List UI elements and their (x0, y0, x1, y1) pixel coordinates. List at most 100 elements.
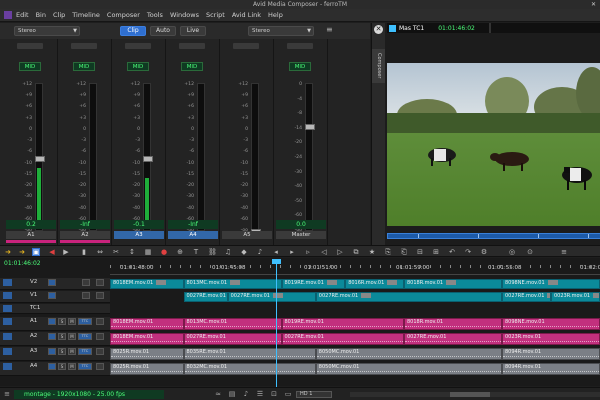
timeline-scrollbar[interactable] (350, 392, 600, 397)
track-solo-button[interactable]: S (58, 333, 66, 340)
strip-track-name[interactable]: A5 (222, 231, 272, 239)
track-select-button[interactable] (3, 333, 12, 340)
mark-in-icon[interactable]: ◁ (320, 248, 328, 256)
collapse-icon[interactable]: ⊟ (416, 248, 424, 256)
zoom-icon[interactable]: ⊙ (526, 248, 534, 256)
timeline-clip[interactable]: 8013MC.mov.01 (183, 318, 282, 330)
track-monitor-button[interactable] (48, 279, 56, 286)
copy-icon[interactable]: ⎘ (384, 248, 392, 256)
track-solo-button[interactable]: S (58, 363, 66, 370)
mixer-mode-dropdown-right[interactable]: Stereo ▼ (248, 26, 314, 36)
track-name[interactable]: TC1 (30, 305, 40, 311)
timeline-menu-icon[interactable]: ≡ (560, 248, 568, 256)
window-close-icon[interactable]: ✕ (591, 0, 596, 9)
timeline-clip[interactable]: 8018EM.mov.01 (110, 279, 184, 289)
strip-mode-button[interactable]: MID (127, 62, 149, 71)
pan-control[interactable] (233, 43, 259, 49)
strip-track-name[interactable]: A2 (60, 231, 110, 239)
timeline-clip[interactable]: 0027RE.mov.01 (281, 333, 404, 345)
timeline-clip[interactable]: 0027RE.mov.01 (183, 292, 228, 302)
composer-video-frame[interactable] (387, 63, 600, 226)
step-back-icon[interactable]: ◂ (272, 248, 280, 256)
track-name[interactable]: V1 (30, 292, 37, 298)
timeline-clip[interactable]: 8098NE.mov.01 (502, 318, 600, 330)
track-monitor-button[interactable] (48, 333, 56, 340)
speaker-icon[interactable]: ♪ (242, 390, 250, 398)
clip-mode-button[interactable]: Clip (120, 26, 146, 36)
timeline-clip[interactable]: 0023R.mov.01 (551, 292, 600, 302)
scrollbar-thumb[interactable] (450, 392, 490, 397)
strip-track-name[interactable]: Master (276, 231, 326, 239)
pan-control[interactable] (17, 43, 43, 49)
menu-edit[interactable]: Edit (16, 11, 29, 19)
track-ttc-button[interactable]: TTC (78, 348, 92, 355)
track-sync-button[interactable] (96, 363, 104, 370)
track-lock-button[interactable] (82, 292, 90, 299)
play-icon[interactable]: ▸ (288, 248, 296, 256)
keyframe-icon[interactable]: ◆ (240, 248, 248, 256)
timeline-clip[interactable]: 8016R.mov.01 (345, 279, 404, 289)
track-mute-button[interactable]: M (68, 333, 76, 340)
menu-composer[interactable]: Composer (107, 11, 140, 19)
track-name[interactable]: A4 (30, 363, 37, 369)
timeline-clip[interactable]: 8094R.mov.01 (502, 363, 600, 375)
track-sync-button[interactable] (96, 279, 104, 286)
mark-clip-icon[interactable]: ▮ (80, 248, 88, 256)
menu-script[interactable]: Script (206, 11, 225, 19)
strip-volume-value[interactable]: -Inf (168, 220, 218, 229)
track-sync-button[interactable] (96, 348, 104, 355)
volume-fader[interactable] (143, 156, 153, 162)
track-solo-button[interactable]: S (58, 318, 66, 325)
strip-track-name[interactable]: A4 (168, 231, 218, 239)
grid-icon[interactable]: ▦ (144, 248, 152, 256)
timeline-clip[interactable]: 8019RE.mov.01 (281, 279, 346, 289)
strip-mode-button[interactable]: MID (181, 62, 203, 71)
pan-control[interactable] (125, 43, 151, 49)
timeline-clip[interactable]: 8018R.mov.01 (404, 318, 502, 330)
target-icon[interactable]: ◎ (508, 248, 516, 256)
timeline-clip[interactable]: 8018EM.mov.01 (110, 333, 184, 345)
menu-avid-link[interactable]: Avid Link (232, 11, 261, 19)
favorites-icon[interactable]: ★ (368, 248, 376, 256)
close-icon[interactable]: ✕ (374, 25, 383, 34)
strip-volume-value[interactable]: -0.1 (114, 220, 164, 229)
mixer-mode-dropdown-left[interactable]: Stereo ▼ (14, 26, 80, 36)
track-monitor-button[interactable] (48, 318, 56, 325)
paste-icon[interactable]: ⎗ (400, 248, 408, 256)
timeline-clip[interactable]: 0027RE.mov.01 (404, 333, 502, 345)
strip-volume-value[interactable]: -Inf (60, 220, 110, 229)
menu-tools[interactable]: Tools (147, 11, 163, 19)
stack-icon[interactable]: ☰ (256, 390, 264, 398)
timeline-clip[interactable]: 0027RE.mov.01 (183, 333, 282, 345)
track-name[interactable]: V2 (30, 279, 37, 285)
settings-icon[interactable]: ⚙ (480, 248, 488, 256)
mark-out-icon[interactable]: ▷ (336, 248, 344, 256)
track-select-button[interactable] (3, 363, 12, 370)
track-zoom-field[interactable]: HD 1 (296, 391, 332, 398)
monitor-menu-icon[interactable] (389, 24, 396, 32)
splice-icon[interactable]: ◀ (48, 248, 56, 256)
menu-help[interactable]: Help (268, 11, 283, 19)
track-monitor-button[interactable] (48, 348, 56, 355)
lock-icon[interactable]: ▭ (284, 390, 292, 398)
timeline-clip[interactable]: 8032MC.mov.01 (183, 363, 316, 375)
menu-clip[interactable]: Clip (53, 11, 65, 19)
strip-track-name[interactable]: A3 (114, 231, 164, 239)
playhead[interactable] (276, 262, 277, 388)
track-monitor-button[interactable] (48, 363, 56, 370)
track-select-button[interactable] (3, 279, 12, 286)
pan-control[interactable] (179, 43, 205, 49)
volume-fader[interactable] (305, 123, 315, 130)
record-icon[interactable]: ● (160, 248, 168, 256)
strip-mode-button[interactable]: MID (289, 62, 311, 71)
extract-icon[interactable]: ➜ (18, 248, 26, 256)
undo-icon[interactable]: ↶ (448, 248, 456, 256)
expand-icon[interactable]: ⊞ (432, 248, 440, 256)
strip-volume-value[interactable]: 0.2 (6, 220, 56, 229)
track-mute-button[interactable]: M (68, 363, 76, 370)
menu-windows[interactable]: Windows (170, 11, 199, 19)
timeline-clip[interactable]: 8019RE.mov.01 (281, 318, 404, 330)
track-sync-button[interactable] (96, 333, 104, 340)
timeline-clip[interactable]: 0023R.mov.01 (502, 333, 600, 345)
timeline-clip[interactable]: 8050MC.mov.01 (315, 363, 502, 375)
